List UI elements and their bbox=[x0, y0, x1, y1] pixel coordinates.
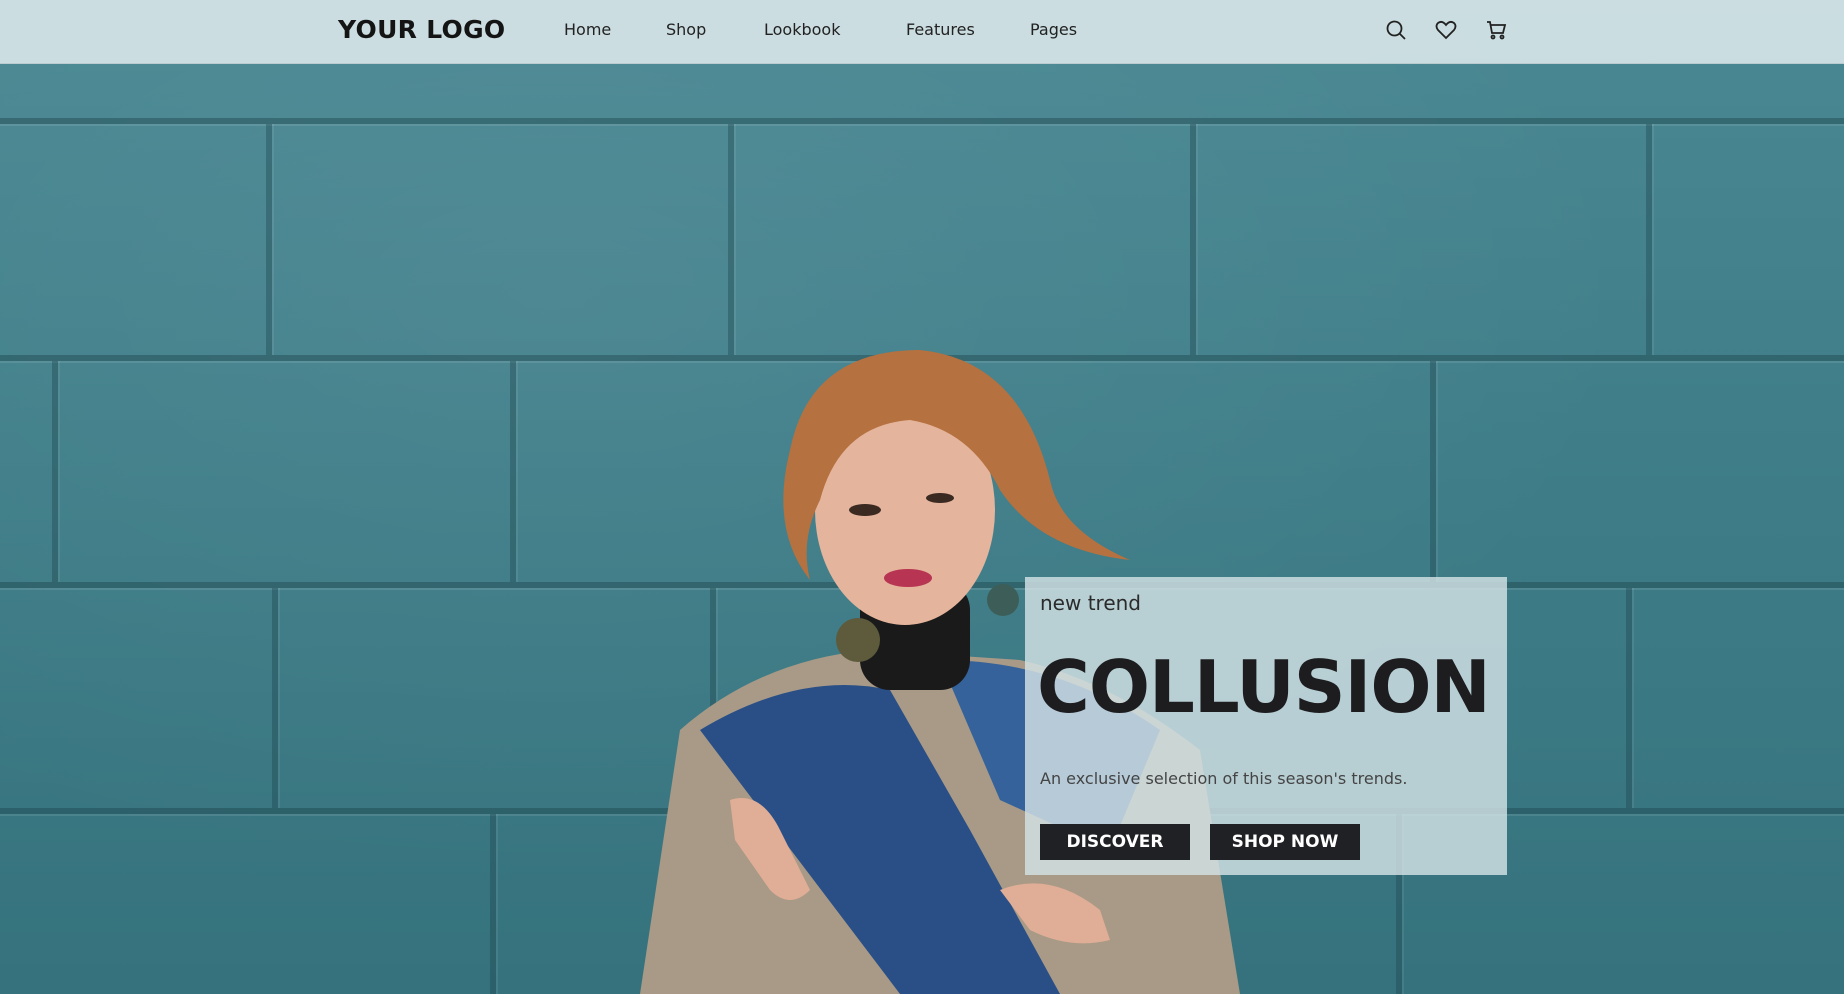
nav-item-pages[interactable]: Pages bbox=[1030, 20, 1077, 39]
search-icon[interactable] bbox=[1384, 18, 1408, 42]
discover-button[interactable]: DISCOVER bbox=[1040, 824, 1190, 860]
site-header: YOUR LOGO Home Shop Lookbook Features Pa… bbox=[0, 0, 1844, 64]
hero-background bbox=[0, 0, 1844, 994]
header-actions bbox=[1384, 18, 1534, 42]
cart-icon[interactable] bbox=[1484, 18, 1508, 42]
promo-kicker: new trend bbox=[1040, 591, 1141, 615]
main-nav: Home Shop Lookbook Features Pages bbox=[564, 20, 1119, 39]
nav-item-home[interactable]: Home bbox=[564, 20, 618, 39]
nav-item-shop[interactable]: Shop bbox=[666, 20, 714, 39]
site-logo[interactable]: YOUR LOGO bbox=[338, 15, 505, 44]
promo-description: An exclusive selection of this season's … bbox=[1040, 769, 1408, 788]
nav-item-features[interactable]: Features bbox=[906, 20, 988, 39]
promo-card: new trend COLLUSION An exclusive selecti… bbox=[1025, 577, 1507, 875]
nav-item-lookbook[interactable]: Lookbook bbox=[764, 20, 860, 39]
heart-icon[interactable] bbox=[1434, 18, 1458, 42]
shop-now-button[interactable]: SHOP NOW bbox=[1210, 824, 1360, 860]
promo-title: COLLUSION bbox=[1037, 645, 1491, 729]
